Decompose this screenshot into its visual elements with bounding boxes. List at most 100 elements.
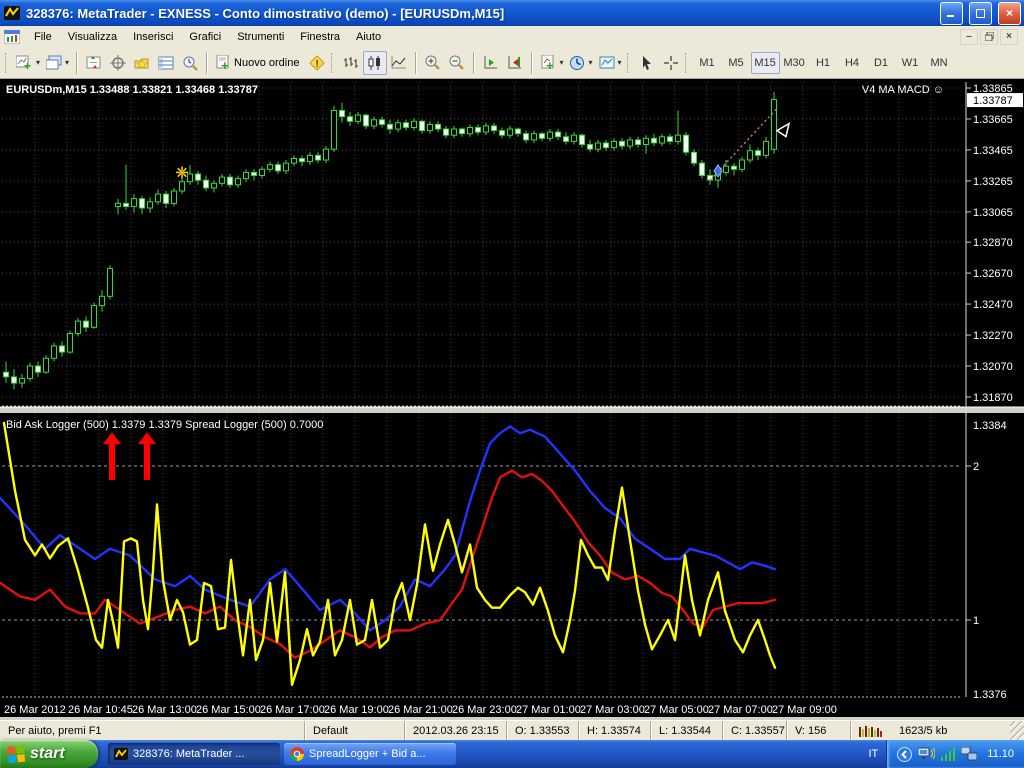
start-label: start — [30, 745, 65, 762]
navigator-crosshair-button[interactable] — [106, 51, 130, 75]
new-order-label: Nuovo ordine — [234, 56, 300, 69]
indicator-header: Bid Ask Logger (500) 1.3379 1.3379 Sprea… — [6, 419, 323, 431]
status-time: 2012.03.26 23:15 — [404, 720, 506, 741]
menu-file[interactable]: File — [26, 29, 60, 45]
menu-grafici[interactable]: Grafici — [181, 29, 229, 45]
time-axis-label: 26 Mar 15:00 — [196, 704, 261, 716]
svg-text:+: + — [24, 59, 31, 71]
favorites-button[interactable] — [130, 51, 154, 75]
toolbar-grip[interactable] — [684, 52, 689, 73]
strategy-tester-button[interactable] — [178, 51, 202, 75]
menu-finestra[interactable]: Finestra — [292, 29, 348, 45]
timeframe-m1[interactable]: M1 — [693, 52, 722, 74]
time-axis-label: 27 Mar 03:00 — [580, 704, 645, 716]
toolbar-separator — [415, 51, 418, 74]
status-traffic: 1623/5 kb — [899, 724, 948, 737]
cursor-tool-button[interactable] — [635, 51, 659, 75]
windows-logo-icon — [7, 744, 26, 763]
menu-visualizza[interactable]: Visualizza — [60, 29, 125, 45]
network-connection-icon[interactable] — [961, 747, 978, 761]
current-price-label: 1.33787 — [973, 95, 1013, 107]
task-button-metatrader[interactable]: 328376: MetaTrader ... — [108, 743, 280, 765]
mdi-window-controls: – × — [960, 28, 1022, 45]
bar-chart-type-button[interactable] — [339, 51, 363, 75]
taskbar-clock[interactable]: 11.10 — [987, 748, 1014, 760]
line-chart-type-button[interactable] — [387, 51, 411, 75]
toolbar-grip[interactable] — [331, 52, 335, 73]
status-connection: 1623/5 kb — [850, 720, 1010, 741]
status-help: Per aiuto, premi F1 — [8, 724, 102, 737]
status-close: C: 1.33557 — [722, 720, 786, 741]
price-axis-label: 1.32270 — [973, 330, 1013, 342]
app-icon — [3, 4, 21, 22]
timeframe-w1[interactable]: W1 — [896, 52, 925, 74]
status-template: Default — [304, 720, 404, 741]
signal-strength-icon[interactable] — [941, 747, 956, 761]
timeframe-h4[interactable]: H4 — [838, 52, 867, 74]
toolbar: + ▾ ▾ + Nuovo ordine ! + ▾ ▾ ▾ M1 M5 M15… — [0, 47, 1024, 79]
panel-splitter[interactable] — [0, 407, 1024, 413]
periods-button[interactable]: ▾ — [566, 51, 595, 75]
chevron-down-icon: ▾ — [36, 58, 41, 67]
display-network-icon[interactable] — [918, 747, 936, 761]
crosshair-tool-button[interactable] — [659, 51, 683, 75]
zoom-out-button[interactable] — [445, 51, 469, 75]
timeframe-m30[interactable]: M30 — [780, 52, 809, 74]
start-button[interactable]: start — [0, 740, 98, 768]
data-window-button[interactable] — [154, 51, 178, 75]
sun-marker[interactable] — [176, 166, 188, 179]
maximize-button[interactable] — [969, 1, 992, 25]
time-axis-label: 27 Mar 07:00 — [708, 704, 773, 716]
hide-icons-button[interactable] — [897, 746, 913, 762]
svg-text:+: + — [546, 58, 554, 71]
timeframe-m5[interactable]: M5 — [722, 52, 751, 74]
indicators-button[interactable]: + ▾ — [537, 51, 566, 75]
chart-ohlc-header: EURUSDm,M15 1.33488 1.33821 1.33468 1.33… — [6, 84, 258, 96]
minimize-button[interactable] — [940, 1, 963, 25]
price-axis-label: 1.33665 — [973, 114, 1013, 126]
menu-aiuto[interactable]: Aiuto — [348, 29, 389, 45]
status-open: O: 1.33553 — [506, 720, 578, 741]
language-indicator[interactable]: IT — [869, 748, 879, 760]
market-watch-button[interactable] — [82, 51, 106, 75]
toolbar-separator — [531, 51, 534, 74]
spread-axis-label: 2 — [973, 461, 979, 473]
auto-scroll-button[interactable] — [479, 51, 503, 75]
browser-icon — [290, 747, 304, 761]
profiles-button[interactable]: ▾ — [43, 51, 72, 75]
menu-inserisci[interactable]: Inserisci — [125, 29, 181, 45]
new-order-button[interactable]: + Nuovo ordine — [212, 51, 305, 75]
price-axis-label: 1.32670 — [973, 268, 1013, 280]
time-axis-label: 26 Mar 17:00 — [260, 704, 325, 716]
time-axis-label: 27 Mar 05:00 — [644, 704, 709, 716]
new-chart-button[interactable]: + ▾ — [13, 51, 43, 75]
candlestick-chart-type-button[interactable] — [363, 50, 388, 75]
menu-bar: File Visualizza Inserisci Grafici Strume… — [0, 26, 1024, 47]
status-volume: V: 156 — [786, 720, 850, 741]
timeframe-h1[interactable]: H1 — [809, 52, 838, 74]
chart-background — [0, 79, 1024, 720]
templates-button[interactable]: ▾ — [596, 51, 625, 75]
mdi-minimize-button[interactable]: – — [960, 28, 978, 45]
mdi-close-button[interactable]: × — [1000, 28, 1018, 45]
task-label: 328376: MetaTrader ... — [133, 748, 245, 760]
menu-strumenti[interactable]: Strumenti — [229, 29, 292, 45]
expert-advisors-button[interactable]: ! — [305, 51, 329, 75]
connection-bars-icon — [859, 725, 882, 737]
chart-area[interactable]: 1.338651.336651.334651.332651.330651.328… — [0, 79, 1024, 720]
timeframe-d1[interactable]: D1 — [867, 52, 896, 74]
zoom-in-button[interactable] — [421, 51, 445, 75]
chevron-down-icon: ▾ — [65, 58, 70, 67]
mdi-restore-button[interactable] — [980, 28, 998, 45]
timeframe-m15[interactable]: M15 — [750, 51, 780, 74]
svg-text:!: ! — [316, 59, 319, 70]
task-button-row: 328376: MetaTrader ... SpreadLogger + Bi… — [108, 743, 869, 765]
timeframe-mn[interactable]: MN — [925, 52, 954, 74]
resize-grip[interactable] — [1010, 720, 1024, 741]
toolbar-grip[interactable] — [5, 52, 9, 73]
close-button[interactable]: × — [998, 1, 1021, 25]
toolbar-grip[interactable] — [626, 52, 631, 73]
time-axis-label: 26 Mar 21:00 — [388, 704, 453, 716]
task-button-browser[interactable]: SpreadLogger + Bid a... — [284, 743, 456, 765]
chart-shift-button[interactable] — [503, 51, 527, 75]
